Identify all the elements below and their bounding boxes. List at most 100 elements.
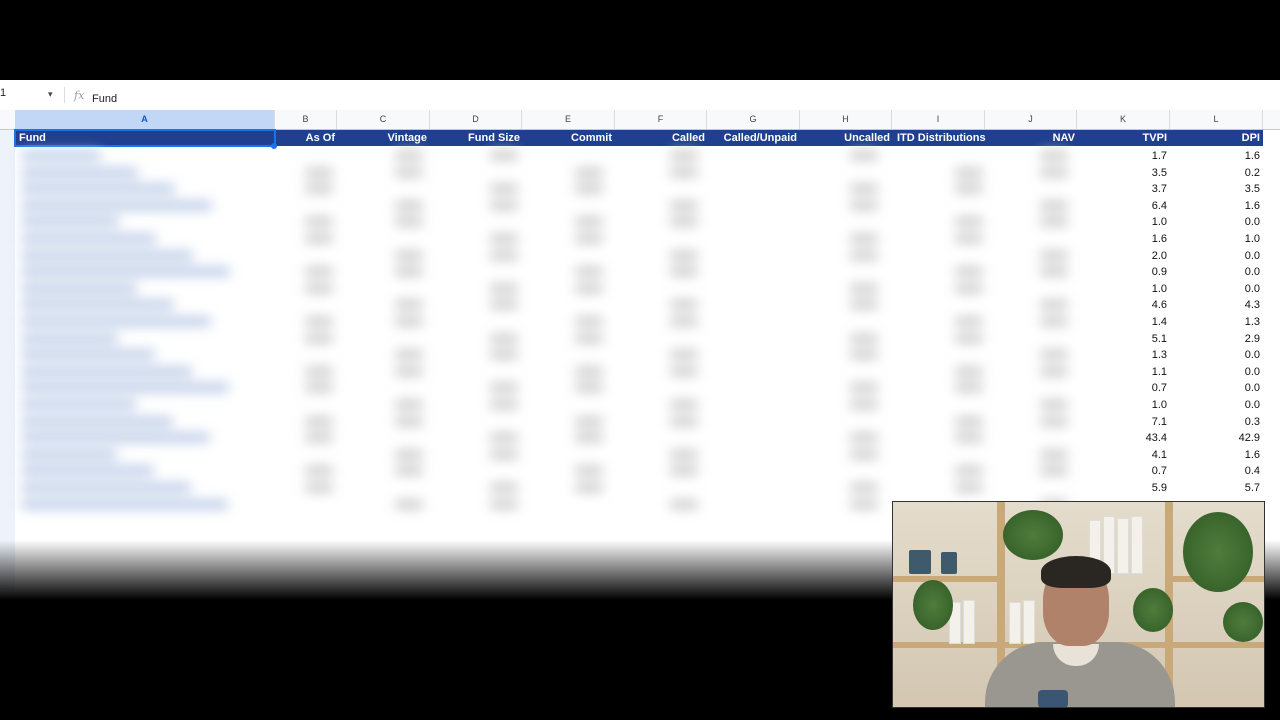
blurred-value [670,250,698,260]
dpi-cell[interactable]: 1.6 [1245,198,1260,215]
header-fund[interactable]: Fund [14,129,276,147]
blurred-fund-name [21,466,154,476]
blurred-value [850,333,878,343]
header-vintage[interactable]: Vintage [387,130,427,146]
row-number-strip [0,130,15,590]
header-itd-distributions[interactable]: ITD Distributions [897,130,986,146]
blurred-value [670,317,698,326]
column-header-k[interactable]: K [1077,110,1170,129]
tvpi-cell[interactable]: 1.0 [1152,281,1167,298]
dpi-cell[interactable]: 0.0 [1245,347,1260,364]
tvpi-cell[interactable]: 1.7 [1152,148,1167,165]
dpi-cell[interactable]: 0.0 [1245,281,1260,298]
dpi-cell[interactable]: 5.7 [1245,480,1260,497]
tvpi-cell[interactable]: 0.7 [1152,380,1167,397]
header-commit[interactable]: Commit [571,130,612,146]
header-dpi[interactable]: DPI [1242,130,1260,146]
blurred-value [850,383,878,393]
blurred-value [955,217,983,227]
dpi-cell[interactable]: 0.0 [1245,264,1260,281]
blurred-value [305,383,333,393]
tvpi-cell[interactable]: 5.9 [1152,480,1167,497]
tvpi-cell[interactable]: 1.3 [1152,347,1167,364]
dpi-cell[interactable]: 0.0 [1245,380,1260,397]
dpi-cell[interactable]: 1.3 [1245,314,1260,331]
header-as-of[interactable]: As Of [306,130,335,146]
header-called[interactable]: Called [672,130,705,146]
tvpi-cell[interactable]: 0.9 [1152,264,1167,281]
tvpi-cell[interactable]: 7.1 [1152,414,1167,431]
column-header-a[interactable]: A [15,110,275,129]
blurred-value [670,167,698,177]
blurred-value [395,350,423,360]
column-header-i[interactable]: I [892,110,985,129]
tvpi-cell[interactable]: 6.4 [1152,198,1167,215]
blurred-fund-name [21,483,191,492]
chevron-down-icon[interactable]: ▾ [48,89,53,100]
fx-icon: fx [74,89,85,102]
tvpi-cell[interactable]: 1.0 [1152,397,1167,414]
tvpi-cell[interactable]: 1.1 [1152,364,1167,381]
column-header-c[interactable]: C [337,110,430,129]
dpi-cell[interactable]: 42.9 [1239,430,1260,447]
dpi-cell[interactable]: 0.0 [1245,248,1260,265]
blurred-value [670,200,698,210]
blurred-value [305,483,333,492]
tvpi-cell[interactable]: 1.4 [1152,314,1167,331]
blurred-value [490,449,518,459]
blurred-value [575,466,603,476]
dpi-cell[interactable]: 1.6 [1245,148,1260,165]
formula-bar: 1 ▾ fx Fund [0,80,1280,111]
tvpi-cell[interactable]: 43.4 [1146,430,1167,447]
column-header-f[interactable]: F [615,110,707,129]
header-called-unpaid[interactable]: Called/Unpaid [724,130,797,146]
header-nav[interactable]: NAV [1053,130,1075,146]
dpi-cell[interactable]: 0.4 [1245,463,1260,480]
dpi-cell[interactable]: 1.0 [1245,231,1260,248]
column-header-l[interactable]: L [1170,110,1263,129]
blurred-value [850,449,878,459]
tvpi-cell[interactable]: 3.5 [1152,165,1167,182]
dpi-cell[interactable]: 0.0 [1245,397,1260,414]
tvpi-cell[interactable]: 1.0 [1152,214,1167,231]
blurred-value [395,366,423,376]
tvpi-cell[interactable]: 5.1 [1152,331,1167,348]
blurred-value [490,300,518,310]
header-fund-size[interactable]: Fund Size [468,130,520,146]
column-header-d[interactable]: D [430,110,522,129]
tvpi-cell[interactable]: 1.6 [1152,231,1167,248]
blurred-value [575,366,603,376]
tvpi-cell[interactable]: 3.7 [1152,181,1167,198]
dpi-cell[interactable]: 2.9 [1245,331,1260,348]
dpi-cell[interactable]: 4.3 [1245,297,1260,314]
blurred-fund-name [21,366,192,376]
blurred-fund-name [21,449,117,459]
dpi-cell[interactable]: 0.0 [1245,364,1260,381]
blurred-value [305,333,333,343]
blurred-value [395,167,423,177]
tvpi-cell[interactable]: 2.0 [1152,248,1167,265]
column-header-j[interactable]: J [985,110,1077,129]
tvpi-cell[interactable]: 4.1 [1152,447,1167,464]
header-tvpi[interactable]: TVPI [1143,130,1167,146]
column-header-bar: A B C D E F G H I J K L [0,110,1280,130]
dpi-cell[interactable]: 0.3 [1245,414,1260,431]
dpi-cell[interactable]: 3.5 [1245,181,1260,198]
blurred-fund-name [21,167,138,177]
formula-input[interactable]: Fund [92,92,117,106]
column-header-e[interactable]: E [522,110,615,129]
blurred-value [575,167,603,177]
blurred-value [1040,250,1068,260]
header-uncalled[interactable]: Uncalled [844,130,890,146]
blurred-fund-name [21,499,228,509]
column-header-b[interactable]: B [275,110,337,129]
column-header-h[interactable]: H [800,110,892,129]
tvpi-cell[interactable]: 4.6 [1152,297,1167,314]
dpi-cell[interactable]: 1.6 [1245,447,1260,464]
webcam-overlay [892,501,1265,708]
dpi-cell[interactable]: 0.2 [1245,165,1260,182]
blurred-value [955,433,983,443]
dpi-cell[interactable]: 0.0 [1245,214,1260,231]
tvpi-cell[interactable]: 0.7 [1152,463,1167,480]
column-header-g[interactable]: G [707,110,800,129]
